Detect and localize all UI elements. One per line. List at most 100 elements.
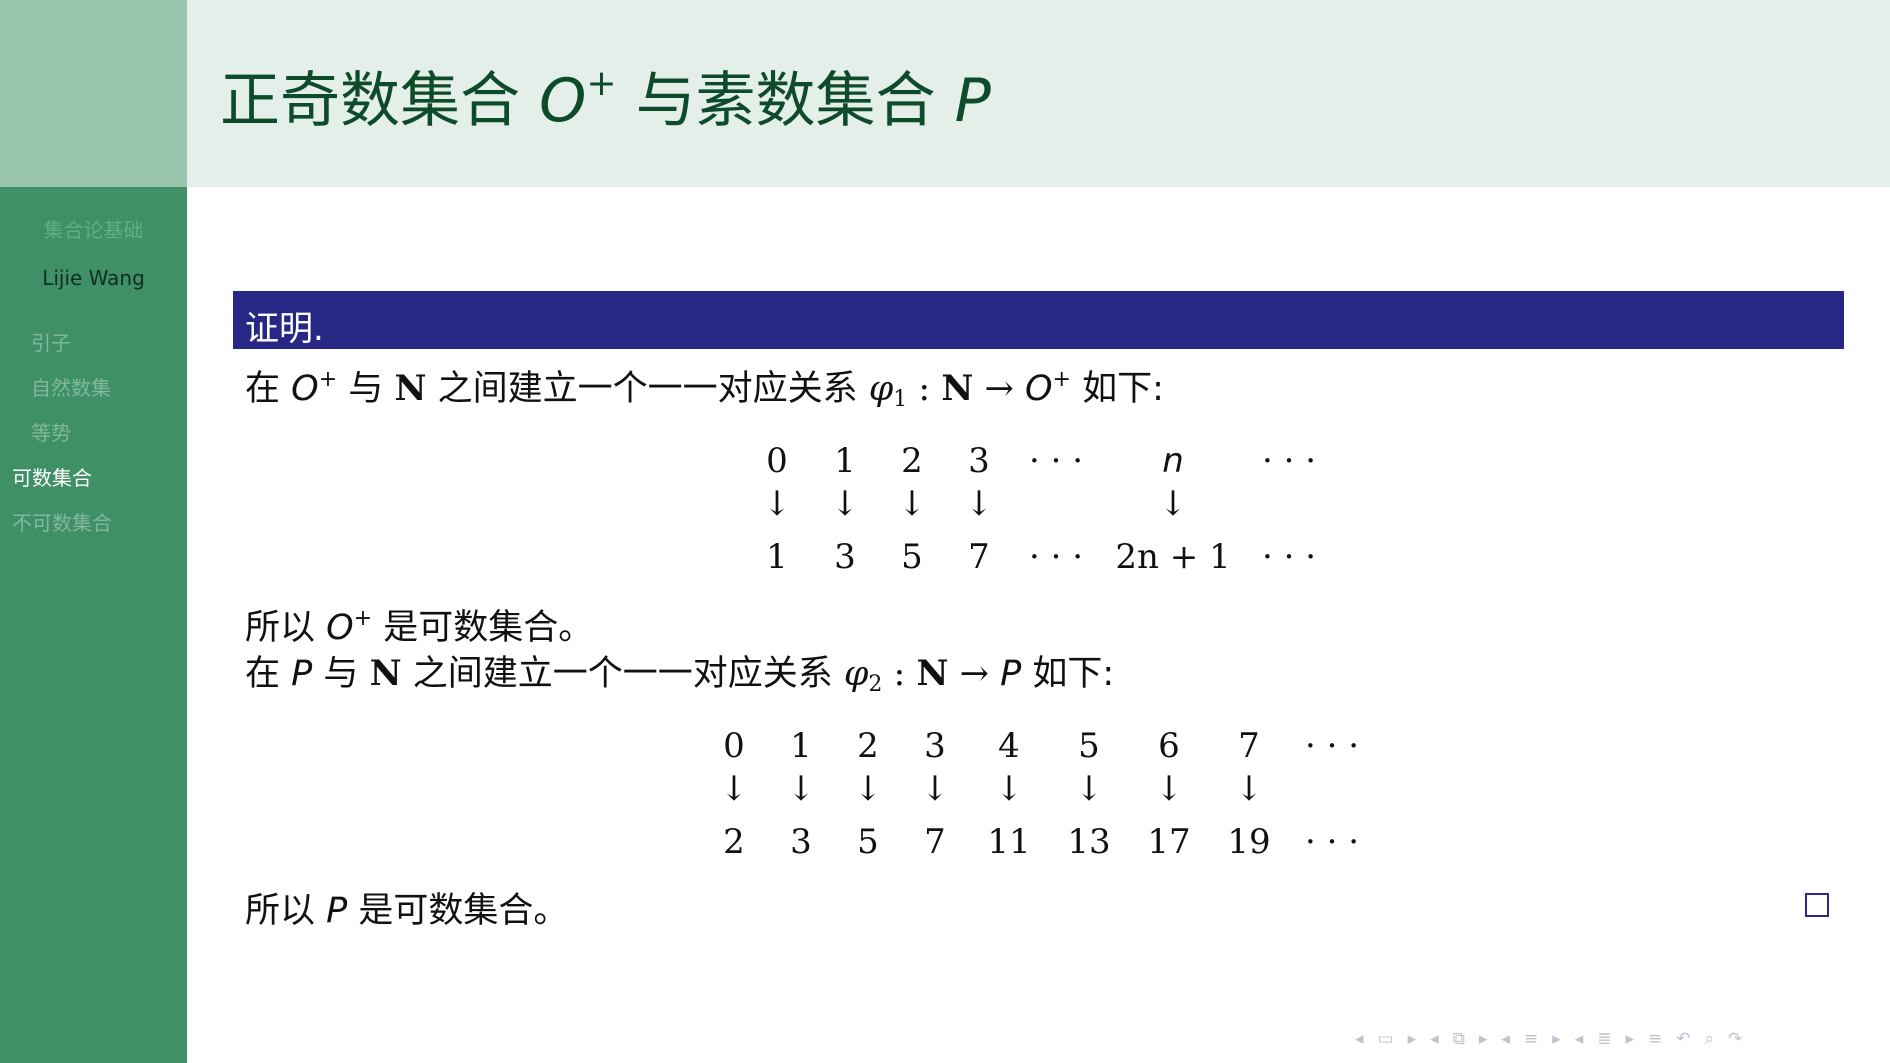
math-subscript: 1 <box>893 387 908 412</box>
math-subscript: 2 <box>868 672 883 697</box>
table2-top-value: 1 <box>790 726 812 766</box>
math-n: N <box>394 368 427 409</box>
table2-top-value: 3 <box>924 726 946 766</box>
math-n: N <box>941 368 974 409</box>
math-phi: φ <box>868 369 894 409</box>
text: 如下: <box>1032 654 1115 694</box>
math-superscript: + <box>353 606 373 631</box>
text: 之间建立一个一一对应关系 <box>437 369 858 409</box>
math-p: P <box>326 891 348 931</box>
nav-item-equipotence[interactable]: 等势 <box>0 420 187 465</box>
table1-top-ellipsis: · · · <box>1261 441 1317 481</box>
math-colon: : <box>918 369 931 409</box>
math-o: O <box>1024 369 1053 409</box>
prev-frame-icon[interactable]: ◂ <box>1430 1029 1439 1049</box>
text: 在 <box>245 654 281 694</box>
table2-top-value: 4 <box>998 726 1020 766</box>
table1-bottom-value: 7 <box>968 537 990 577</box>
text: 与 <box>323 654 359 694</box>
table1-top-n: n <box>1162 441 1184 481</box>
table2-bottom-value: 3 <box>790 822 812 862</box>
table2-top-value: 6 <box>1158 726 1180 766</box>
table2-bottom-value: 13 <box>1067 822 1111 862</box>
table2-bottom-value: 19 <box>1227 822 1271 862</box>
math-p: P <box>1000 654 1022 694</box>
prev-subsection-icon[interactable]: ◂ <box>1501 1029 1510 1049</box>
nav-item-natural-numbers[interactable]: 自然数集 <box>0 375 187 420</box>
text: 之间建立一个一一对应关系 <box>412 654 833 694</box>
qed-square-icon <box>1805 893 1829 917</box>
prev-slide-icon[interactable]: ◂ <box>1355 1029 1364 1049</box>
proof-line-1: 在 O+ 与 N 之间建立一个一一对应关系 φ1 : N → O+ 如下: <box>245 360 1164 412</box>
table1-bottom-value: 1 <box>766 537 788 577</box>
nav-item-introduction[interactable]: 引子 <box>0 330 187 375</box>
table1-bottom-value: 3 <box>834 537 856 577</box>
presentation-author: Lijie Wang <box>42 266 145 290</box>
table2-bottom-value: 17 <box>1147 822 1191 862</box>
page-title: 正奇数集合 O+ 与素数集合 P <box>220 52 991 139</box>
frame-icon[interactable]: ⧉ <box>1453 1029 1465 1049</box>
title-superscript: + <box>586 63 617 104</box>
table1-top-value: 3 <box>968 441 990 481</box>
next-section-icon[interactable]: ▸ <box>1626 1029 1635 1049</box>
math-n: N <box>369 653 402 694</box>
table1-top-value: 0 <box>766 441 788 481</box>
table1-bottom-2n-plus-1: 2n + 1 <box>1115 537 1231 577</box>
math-o: O <box>291 369 319 409</box>
search-icon[interactable]: ⌕ <box>1705 1029 1715 1049</box>
sidebar-header-block <box>0 0 187 187</box>
next-slide-icon[interactable]: ▸ <box>1408 1029 1417 1049</box>
text: 是可数集合。 <box>358 891 569 931</box>
title-symbol-p: P <box>954 66 991 136</box>
table2-top-value: 7 <box>1238 726 1260 766</box>
table2-top-value: 2 <box>857 726 879 766</box>
presentation-title[interactable]: 集合论基础 <box>0 214 187 243</box>
table2-top-value: 0 <box>723 726 745 766</box>
text: 与 <box>348 369 384 409</box>
table2-bottom-value: 11 <box>987 822 1031 862</box>
table1-top-value: 1 <box>834 441 856 481</box>
text: 所以 <box>245 891 316 931</box>
text: 在 <box>245 369 281 409</box>
next-frame-icon[interactable]: ▸ <box>1479 1029 1488 1049</box>
math-arrow: → <box>959 654 989 694</box>
proof-line-3: 在 P 与 N 之间建立一个一一对应关系 φ2 : N → P 如下: <box>245 645 1114 697</box>
redo-icon[interactable]: ↷ <box>1728 1029 1742 1049</box>
table1-bottom-ellipsis: · · · <box>1028 537 1084 577</box>
math-colon: : <box>893 654 906 694</box>
text: 如下: <box>1082 369 1164 409</box>
math-superscript: + <box>1052 367 1071 392</box>
section-icon[interactable]: ≣ <box>1597 1029 1611 1049</box>
math-p: P <box>291 654 313 694</box>
title-text-2: 与素数集合 <box>635 66 936 136</box>
proof-line-2: 所以 O+ 是可数集合。 <box>245 599 593 650</box>
nav-item-uncountable-sets[interactable]: 不可数集合 <box>0 510 187 555</box>
math-phi: φ <box>843 654 869 694</box>
math-arrow: → <box>984 369 1014 409</box>
document-icon[interactable]: ≡ <box>1648 1029 1662 1049</box>
nav-item-countable-sets[interactable]: 可数集合 <box>0 465 187 510</box>
table2-top-value: 5 <box>1078 726 1100 766</box>
table2-bottom-value: 7 <box>924 822 946 862</box>
text: 所以 <box>245 608 316 648</box>
next-subsection-icon[interactable]: ▸ <box>1552 1029 1561 1049</box>
beamer-navigation-bar: ◂ ▭ ▸ ◂ ⧉ ▸ ◂ ≡ ▸ ◂ ≣ ▸ ≡ ↶ ⌕ ↷ <box>1355 1028 1742 1050</box>
table2-top-ellipsis: · · · <box>1304 726 1360 766</box>
subsection-icon[interactable]: ≡ <box>1524 1029 1538 1049</box>
table1-bottom-value: 5 <box>901 537 923 577</box>
table1-top-value: 2 <box>901 441 923 481</box>
proof-block-header: 证明. <box>233 291 1844 349</box>
sidebar: 集合论基础 Lijie Wang 引子 自然数集 等势 可数集合 不可数集合 <box>0 0 187 1063</box>
text: 是可数集合。 <box>383 608 594 648</box>
prev-section-icon[interactable]: ◂ <box>1575 1029 1584 1049</box>
title-symbol-o: O <box>539 66 587 136</box>
math-n: N <box>916 653 949 694</box>
table1-bottom-ellipsis: · · · <box>1261 537 1317 577</box>
undo-icon[interactable]: ↶ <box>1676 1029 1690 1049</box>
table1-top-ellipsis: · · · <box>1028 441 1084 481</box>
proof-line-4: 所以 P 是可数集合。 <box>245 882 568 933</box>
table2-bottom-value: 2 <box>723 822 745 862</box>
slide-icon[interactable]: ▭ <box>1378 1029 1394 1049</box>
title-text-1: 正奇数集合 <box>220 66 520 136</box>
math-o: O <box>326 608 354 648</box>
